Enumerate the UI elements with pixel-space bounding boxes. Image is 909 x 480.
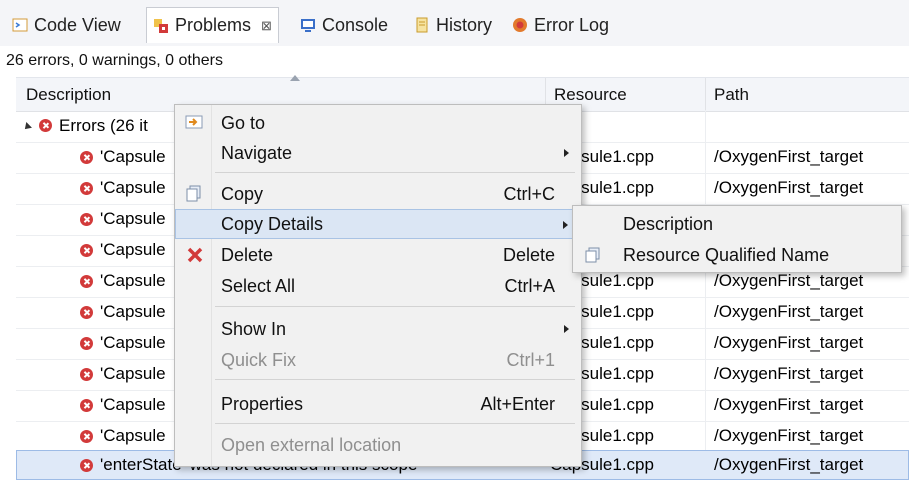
menu-label: Show In <box>221 319 287 339</box>
menu-shortcut: Ctrl+A <box>504 276 555 296</box>
tab-label: Console <box>322 14 389 35</box>
error-icon <box>80 151 93 164</box>
menu-label: Open external location <box>221 435 402 455</box>
submenu-item-description[interactable]: Description <box>573 209 901 239</box>
row-path: /OxygenFirst_target <box>714 147 864 166</box>
menu-item-goto[interactable]: Go to <box>175 108 581 138</box>
submenu-arrow-icon <box>563 221 568 229</box>
error-log-icon <box>512 17 528 33</box>
expand-arrow-icon[interactable] <box>22 122 32 132</box>
menu-separator <box>215 379 575 380</box>
menu-item-copy[interactable]: Copy Ctrl+C <box>175 179 581 209</box>
submenu-arrow-icon <box>564 325 569 333</box>
delete-icon <box>187 247 203 268</box>
menu-label: Select All <box>221 276 296 296</box>
row-path: /OxygenFirst_target <box>714 395 864 414</box>
tab-history[interactable]: History <box>408 7 498 43</box>
menu-item-select-all[interactable]: Select All Ctrl+A <box>175 271 581 301</box>
row-description: 'Capsule <box>100 302 166 321</box>
tab-label: Code View <box>34 14 121 35</box>
column-header-resource[interactable]: Resource <box>554 85 627 105</box>
tab-label: Problems <box>175 15 252 35</box>
tab-code-view[interactable]: Code View <box>6 7 127 43</box>
row-path: /OxygenFirst_target <box>714 455 864 474</box>
row-description: 'Capsule <box>100 395 166 414</box>
row-path: /OxygenFirst_target <box>714 302 864 321</box>
row-description: 'Capsule <box>100 240 166 259</box>
menu-shortcut: Ctrl+1 <box>506 350 555 370</box>
history-icon <box>414 17 430 33</box>
close-icon[interactable]: ⊠ <box>261 18 272 34</box>
error-icon <box>80 459 93 472</box>
row-path: /OxygenFirst_target <box>714 364 864 383</box>
menu-item-properties[interactable]: Properties Alt+Enter <box>175 389 581 419</box>
menu-item-navigate[interactable]: Navigate <box>175 138 581 168</box>
row-description: 'Capsule <box>100 426 166 445</box>
menu-label: Navigate <box>221 143 293 163</box>
menu-shortcut: Alt+Enter <box>480 394 555 414</box>
menu-item-delete[interactable]: Delete Delete <box>175 240 581 270</box>
menu-separator <box>215 423 575 424</box>
group-label: Errors (26 it <box>59 116 148 135</box>
row-description: 'Capsule <box>100 178 166 197</box>
copy-icon <box>186 185 202 208</box>
code-view-icon <box>12 17 28 33</box>
menu-label: Quick Fix <box>221 350 297 370</box>
tab-error-log[interactable]: Error Log <box>506 7 615 43</box>
menu-separator <box>215 172 575 173</box>
row-path: /OxygenFirst_target <box>714 333 864 352</box>
column-header-path[interactable]: Path <box>714 85 749 105</box>
error-icon <box>80 275 93 288</box>
row-description: 'Capsule <box>100 271 166 290</box>
menu-item-open-external-location: Open external location <box>175 430 581 460</box>
menu-label: Delete <box>221 245 274 265</box>
menu-separator <box>215 306 575 307</box>
problems-summary: 26 errors, 0 warnings, 0 others <box>6 52 223 69</box>
menu-item-quick-fix: Quick Fix Ctrl+1 <box>175 345 581 375</box>
error-icon <box>39 119 52 132</box>
tab-label: Error Log <box>534 14 610 35</box>
copy-details-submenu: Description Resource Qualified Name <box>572 205 902 273</box>
goto-icon <box>185 113 203 136</box>
error-icon <box>80 368 93 381</box>
submenu-item-resource-qualified-name[interactable]: Resource Qualified Name <box>573 240 901 270</box>
menu-label: Go to <box>221 113 266 133</box>
menu-label: Description <box>623 214 714 234</box>
tab-console[interactable]: Console <box>294 7 394 43</box>
view-tab-bar: Code View Problems ⊠ Console History Err… <box>0 0 909 46</box>
menu-item-show-in[interactable]: Show In <box>175 314 581 344</box>
row-description: 'Capsule <box>100 147 166 166</box>
error-icon <box>80 182 93 195</box>
sort-ascending-icon <box>290 75 300 81</box>
column-header-description[interactable]: Description <box>26 85 111 105</box>
error-icon <box>80 337 93 350</box>
column-divider[interactable] <box>705 78 706 111</box>
problems-icon <box>153 18 169 34</box>
row-path: /OxygenFirst_target <box>714 178 864 197</box>
menu-shortcut: Ctrl+C <box>503 184 555 204</box>
copy-icon <box>585 247 601 268</box>
row-description: 'Capsule <box>100 364 166 383</box>
tab-problems[interactable]: Problems ⊠ <box>146 7 279 43</box>
menu-label: Resource Qualified Name <box>623 245 830 265</box>
menu-label: Properties <box>221 394 304 414</box>
error-icon <box>80 213 93 226</box>
menu-label: Copy Details <box>221 214 324 234</box>
tab-label: History <box>436 14 493 35</box>
row-path: /OxygenFirst_target <box>714 426 864 445</box>
error-icon <box>80 430 93 443</box>
menu-label: Copy <box>221 184 264 204</box>
error-icon <box>80 244 93 257</box>
context-menu: Go to Navigate Copy Ctrl+C Copy Details … <box>174 104 582 467</box>
row-path: /OxygenFirst_target <box>714 271 864 290</box>
row-description: 'Capsule <box>100 209 166 228</box>
menu-shortcut: Delete <box>502 245 555 265</box>
error-icon <box>80 306 93 319</box>
row-description: 'Capsule <box>100 333 166 352</box>
submenu-arrow-icon <box>564 149 569 157</box>
menu-item-copy-details[interactable]: Copy Details <box>175 209 581 239</box>
console-icon <box>300 17 316 33</box>
error-icon <box>80 399 93 412</box>
